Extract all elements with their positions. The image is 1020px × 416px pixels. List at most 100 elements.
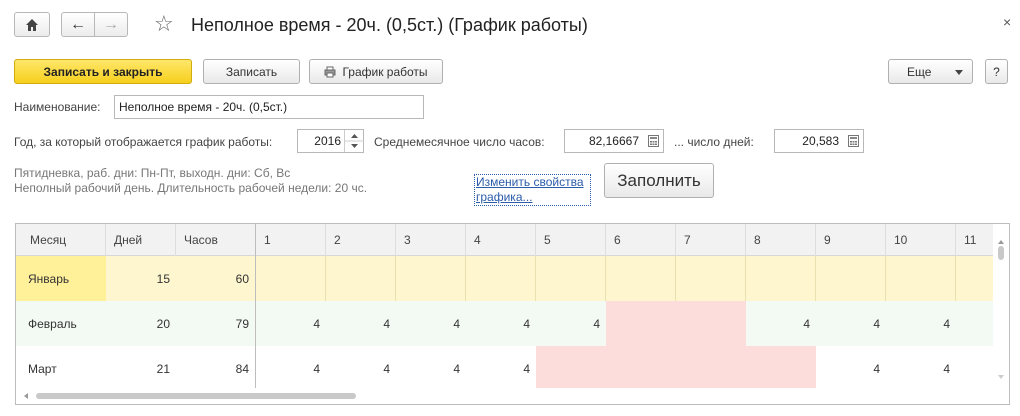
days-calculator-button[interactable] xyxy=(842,129,864,153)
day-cell[interactable]: 4 xyxy=(816,346,886,391)
work-schedule-button[interactable]: График работы xyxy=(309,59,443,84)
column-header[interactable]: Дней xyxy=(106,224,176,256)
back-arrow-icon: ← xyxy=(70,15,86,33)
forward-button[interactable]: → xyxy=(94,12,128,37)
days-cell[interactable]: 20 xyxy=(106,301,176,346)
column-header[interactable]: 1 xyxy=(256,224,326,256)
day-cell[interactable] xyxy=(466,256,536,301)
column-header[interactable]: Месяц xyxy=(16,224,106,256)
column-header[interactable]: 8 xyxy=(746,224,816,256)
work-schedule-label: График работы xyxy=(342,64,428,79)
day-cell[interactable] xyxy=(956,301,994,346)
day-cell[interactable] xyxy=(606,256,676,301)
calculator-icon xyxy=(847,135,859,147)
avg-hours-label: Среднемесячное число часов: xyxy=(374,135,545,149)
column-header[interactable]: 4 xyxy=(466,224,536,256)
year-spinner[interactable] xyxy=(344,130,364,152)
table-row[interactable]: Март 21 84 4 4 4 4 4 4 xyxy=(16,346,994,391)
day-cell[interactable] xyxy=(676,256,746,301)
month-cell[interactable]: Март xyxy=(16,346,106,391)
day-cell[interactable]: 4 xyxy=(396,301,466,346)
year-value: 2016 xyxy=(314,134,341,148)
column-header[interactable]: 3 xyxy=(396,224,466,256)
schedule-info-line2: Неполный рабочий день. Длительность рабо… xyxy=(14,181,368,195)
home-button[interactable] xyxy=(14,12,50,37)
days-cell[interactable]: 21 xyxy=(106,346,176,391)
year-label: Год, за который отображается график рабо… xyxy=(14,135,273,149)
day-cell[interactable]: 4 xyxy=(326,301,396,346)
day-cell[interactable] xyxy=(746,256,816,301)
day-cell[interactable]: 4 xyxy=(816,301,886,346)
more-menu-button[interactable]: Еще xyxy=(888,59,973,84)
more-label: Еще xyxy=(907,64,932,79)
day-cell[interactable]: 4 xyxy=(886,301,956,346)
month-cell[interactable]: Февраль xyxy=(16,301,106,346)
days-label: ... число дней: xyxy=(674,135,754,149)
day-cell[interactable] xyxy=(956,346,994,391)
day-cell[interactable]: 4 xyxy=(256,346,326,391)
change-link-line2: графика... xyxy=(476,190,533,204)
day-cell[interactable] xyxy=(536,346,606,391)
days-cell[interactable]: 15 xyxy=(106,256,176,301)
spinner-arrows-icon xyxy=(345,134,364,148)
day-cell[interactable] xyxy=(676,346,746,391)
day-cell[interactable] xyxy=(396,256,466,301)
day-cell[interactable] xyxy=(886,256,956,301)
column-header[interactable]: Часов xyxy=(176,224,256,256)
column-header[interactable]: 10 xyxy=(886,224,956,256)
horizontal-scrollbar[interactable] xyxy=(16,388,994,404)
table-row[interactable]: Февраль 20 79 4 4 4 4 4 4 4 4 xyxy=(16,301,994,346)
day-cell[interactable]: 4 xyxy=(466,301,536,346)
day-cell[interactable] xyxy=(746,346,816,391)
vertical-scrollbar-graphic xyxy=(998,240,1004,379)
day-cell[interactable]: 4 xyxy=(746,301,816,346)
home-icon xyxy=(26,18,38,31)
dropdown-arrow-icon xyxy=(955,70,963,75)
column-header[interactable]: 11 xyxy=(956,224,994,256)
help-button[interactable]: ? xyxy=(985,59,1008,84)
schedule-grid[interactable]: Месяц Дней Часов 1 2 3 4 5 6 7 8 9 10 11 Январь 15 60 Фе… xyxy=(15,223,1010,405)
day-cell[interactable]: 4 xyxy=(396,346,466,391)
schedule-info-line1: Пятидневка, раб. дни: Пн-Пт, выходн. дни… xyxy=(14,166,291,180)
day-cell[interactable] xyxy=(956,256,994,301)
day-cell[interactable]: 4 xyxy=(326,346,396,391)
day-cell[interactable] xyxy=(606,346,676,391)
hours-cell[interactable]: 60 xyxy=(176,256,256,301)
day-cell[interactable] xyxy=(676,301,746,346)
fill-button[interactable]: Заполнить xyxy=(604,163,714,198)
back-button[interactable]: ← xyxy=(61,12,95,37)
grid-header: Месяц Дней Часов 1 2 3 4 5 6 7 8 9 10 11 xyxy=(16,224,994,256)
vertical-scrollbar[interactable] xyxy=(993,224,1009,389)
horizontal-scrollbar-graphic xyxy=(24,393,356,399)
day-cell[interactable] xyxy=(256,256,326,301)
name-input[interactable]: Неполное время - 20ч. (0,5ст.) xyxy=(114,95,424,119)
favorite-star-icon[interactable]: ☆ xyxy=(154,13,174,35)
change-link-line1: Изменить свойства xyxy=(476,175,584,189)
day-cell[interactable] xyxy=(326,256,396,301)
change-schedule-properties-link[interactable]: Изменить свойства графика... xyxy=(474,174,591,206)
avg-hours-calculator-button[interactable] xyxy=(642,129,664,153)
column-header[interactable]: 6 xyxy=(606,224,676,256)
day-cell[interactable] xyxy=(606,301,676,346)
hours-cell[interactable]: 84 xyxy=(176,346,256,391)
days-value: 20,583 xyxy=(802,134,839,148)
column-header[interactable]: 2 xyxy=(326,224,396,256)
column-header[interactable]: 9 xyxy=(816,224,886,256)
day-cell[interactable] xyxy=(536,256,606,301)
table-row[interactable]: Январь 15 60 xyxy=(16,256,994,301)
hours-cell[interactable]: 79 xyxy=(176,301,256,346)
column-header[interactable]: 7 xyxy=(676,224,746,256)
column-header[interactable]: 5 xyxy=(536,224,606,256)
name-label: Наименование: xyxy=(14,100,101,114)
close-icon[interactable]: × xyxy=(1003,14,1011,30)
day-cell[interactable]: 4 xyxy=(466,346,536,391)
day-cell[interactable]: 4 xyxy=(256,301,326,346)
avg-hours-value: 82,16667 xyxy=(588,134,639,148)
forward-arrow-icon: → xyxy=(103,15,119,33)
day-cell[interactable]: 4 xyxy=(886,346,956,391)
day-cell[interactable] xyxy=(816,256,886,301)
save-and-close-button[interactable]: Записать и закрыть xyxy=(14,59,192,84)
month-cell[interactable]: Январь xyxy=(16,256,106,301)
save-button[interactable]: Записать xyxy=(203,59,300,84)
day-cell[interactable]: 4 xyxy=(536,301,606,346)
